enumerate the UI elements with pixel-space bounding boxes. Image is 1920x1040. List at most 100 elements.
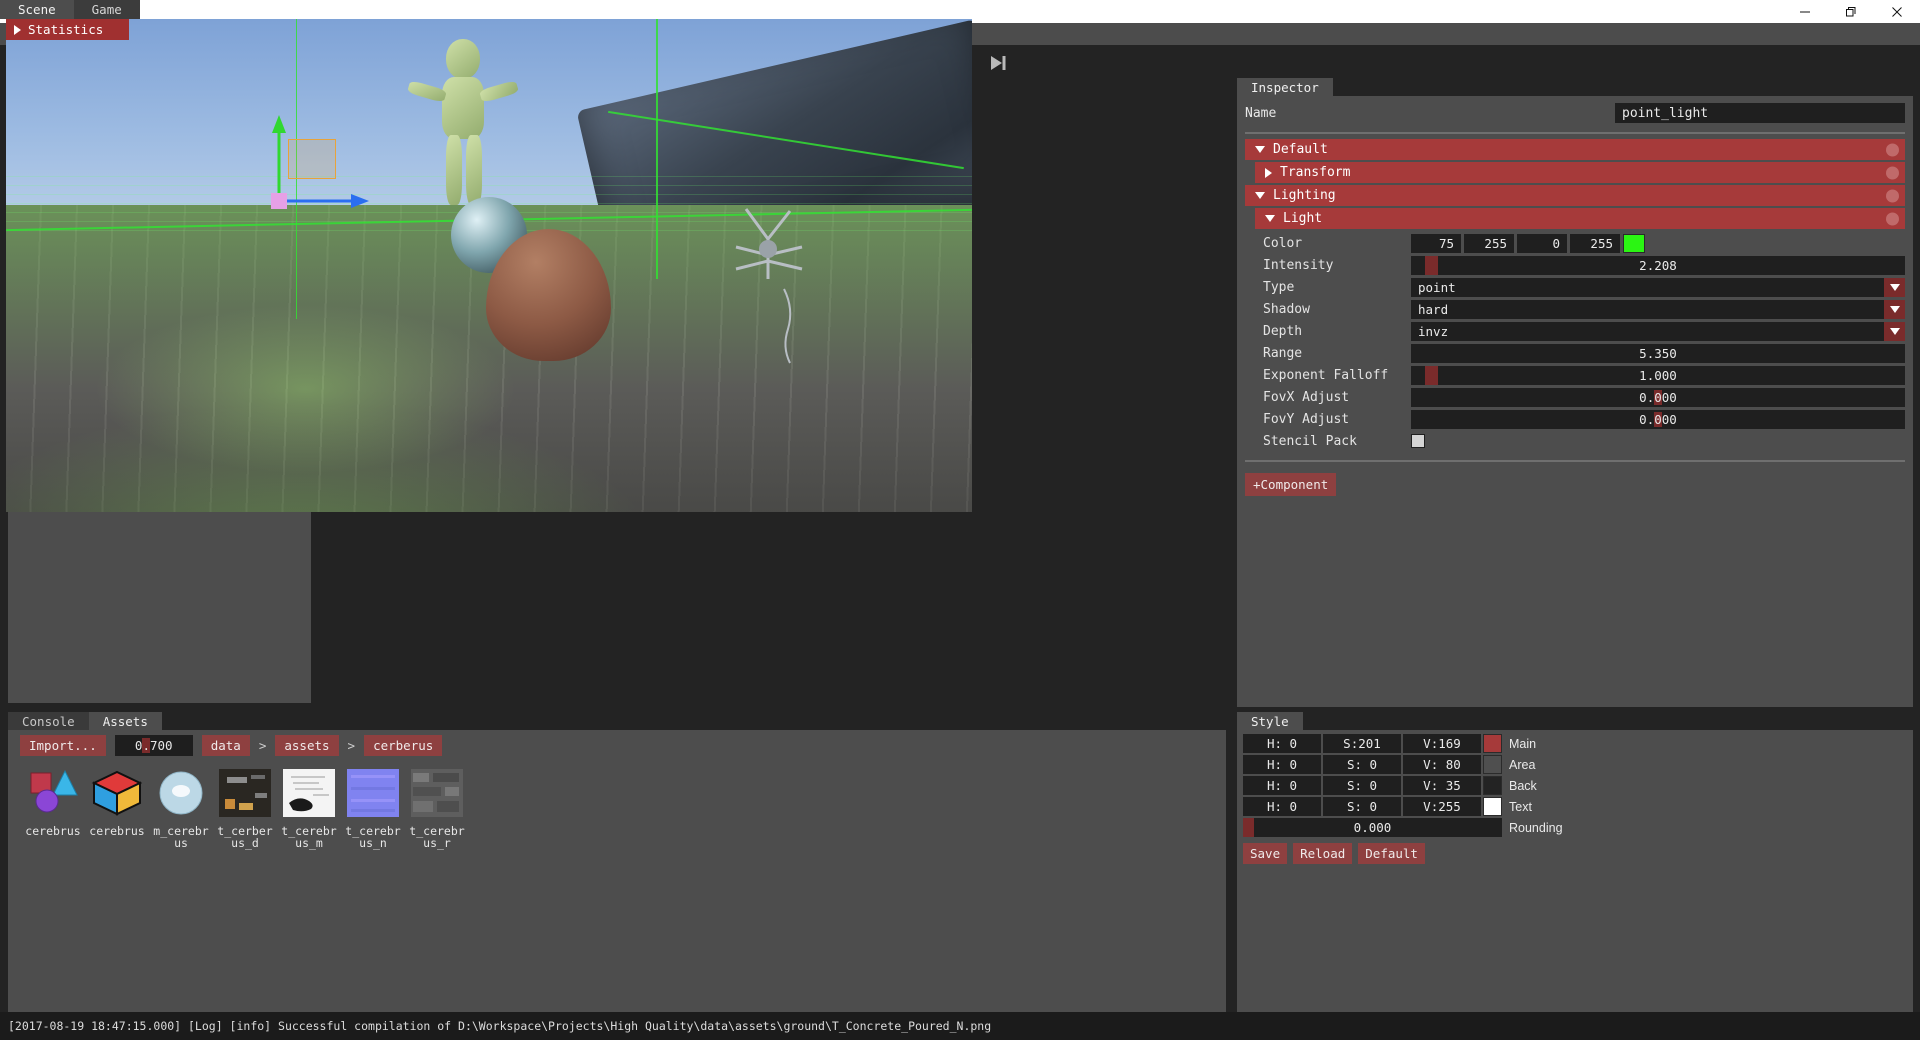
range-value-wrap: 5.350 [1411, 344, 1905, 363]
rounding-slider[interactable]: 0.000 [1243, 818, 1502, 837]
depth-value-wrap: invz [1411, 322, 1905, 341]
style-save-button[interactable]: Save [1243, 843, 1287, 864]
statistics-toggle[interactable]: Statistics [6, 19, 129, 40]
style-reload-button[interactable]: Reload [1293, 843, 1352, 864]
asset-item[interactable]: t_cerebrus_r [406, 764, 468, 849]
color-channel-field[interactable]: 255 [1570, 234, 1620, 253]
asset-item[interactable]: cerebrus [22, 764, 84, 849]
style-row-label: Main [1509, 737, 1536, 751]
section-options-dot[interactable] [1886, 143, 1899, 156]
style-s-field[interactable]: S: 0 [1323, 797, 1401, 816]
section-light[interactable]: Light [1255, 208, 1905, 229]
maximize-button[interactable] [1828, 0, 1874, 23]
assets-body: Import... 0.700 data > assets > cerberus… [8, 730, 1226, 1012]
asset-item[interactable]: t_cerberus_d [214, 764, 276, 849]
color-channel-field[interactable]: 255 [1464, 234, 1514, 253]
section-default-label: Default [1273, 142, 1328, 157]
asset-item[interactable]: t_cerebrus_m [278, 764, 340, 849]
style-row-main: H: 0S:201V:169 Main [1243, 734, 1907, 753]
type-value: point [1418, 280, 1456, 295]
style-v-field[interactable]: V:255 [1403, 797, 1481, 816]
chevron-down-icon[interactable] [1884, 322, 1905, 341]
assets-zoom-field[interactable]: 0.700 [115, 735, 193, 756]
add-component-button[interactable]: +Component [1245, 473, 1336, 496]
style-h-field[interactable]: H: 0 [1243, 755, 1321, 774]
section-options-dot[interactable] [1886, 189, 1899, 202]
section-transform[interactable]: Transform [1255, 162, 1905, 183]
tab-scene[interactable]: Scene [0, 0, 74, 19]
style-v-field[interactable]: V:169 [1403, 734, 1481, 753]
color-swatch[interactable] [1623, 234, 1645, 253]
inspector-property-rows: Intensity2.208TypepointShadowhardDepthin… [1245, 254, 1905, 452]
texture-roughness-icon [406, 764, 468, 822]
fovy-adjust-input[interactable]: 0.000 [1411, 410, 1905, 429]
section-options-dot[interactable] [1886, 212, 1899, 225]
range-value: 5.350 [1639, 346, 1677, 361]
style-swatch-back[interactable] [1483, 776, 1502, 795]
shadow-dropdown[interactable]: hard [1411, 300, 1905, 319]
minimize-button[interactable] [1782, 0, 1828, 23]
intensity-slider[interactable]: 2.208 [1411, 256, 1905, 275]
style-h-field[interactable]: H: 0 [1243, 797, 1321, 816]
assets-tabstrip: Console Assets [8, 712, 1226, 730]
exponent-falloff-slider[interactable]: 1.000 [1411, 366, 1905, 385]
type-dropdown[interactable]: point [1411, 278, 1905, 297]
intensity-knob[interactable] [1425, 256, 1438, 275]
scene-render-canvas[interactable]: Statistics [6, 19, 972, 512]
exponent-falloff-value: 1.000 [1639, 368, 1677, 383]
tab-console[interactable]: Console [8, 712, 89, 730]
style-v-field[interactable]: V: 35 [1403, 776, 1481, 795]
style-v-field[interactable]: V: 80 [1403, 755, 1481, 774]
status-message: [2017-08-19 18:47:15.000] [Log] [info] S… [8, 1019, 991, 1033]
style-s-field[interactable]: S: 0 [1323, 755, 1401, 774]
stencil-pack-checkbox[interactable] [1411, 434, 1425, 448]
breadcrumb-cerberus[interactable]: cerberus [364, 735, 442, 756]
style-s-field[interactable]: S: 0 [1323, 776, 1401, 795]
style-swatch-main[interactable] [1483, 734, 1502, 753]
name-label: Name [1245, 106, 1276, 121]
depth-label: Depth [1245, 324, 1411, 339]
depth-dropdown[interactable]: invz [1411, 322, 1905, 341]
tab-assets[interactable]: Assets [89, 712, 162, 730]
inspector-tabstrip: Inspector [1237, 78, 1913, 96]
color-channel-field[interactable]: 0 [1517, 234, 1567, 253]
style-h-field[interactable]: H: 0 [1243, 734, 1321, 753]
chevron-down-icon[interactable] [1884, 300, 1905, 319]
breadcrumb-data[interactable]: data [202, 735, 250, 756]
section-transform-label: Transform [1280, 165, 1350, 180]
close-button[interactable] [1874, 0, 1920, 23]
tab-game[interactable]: Game [74, 0, 140, 19]
status-bar: [2017-08-19 18:47:15.000] [Log] [info] S… [0, 1012, 1920, 1040]
breadcrumb-assets[interactable]: assets [275, 735, 338, 756]
step-forward-button[interactable] [985, 51, 1011, 75]
section-light-label: Light [1283, 211, 1322, 226]
style-buttons: Save Reload Default [1243, 843, 1907, 864]
fovx-adjust-input[interactable]: 0.000 [1411, 388, 1905, 407]
section-options-dot[interactable] [1886, 166, 1899, 179]
asset-item[interactable]: t_cerebrus_n [342, 764, 404, 849]
style-swatch-text[interactable] [1483, 797, 1502, 816]
asset-item[interactable]: cerebrus [86, 764, 148, 849]
section-lighting[interactable]: Lighting [1245, 185, 1905, 206]
property-row-fovy-adjust: FovY Adjust0.000 [1245, 408, 1905, 430]
color-channel-field[interactable]: 75 [1411, 234, 1461, 253]
name-input[interactable]: point_light [1615, 103, 1905, 123]
property-row-exponent-falloff: Exponent Falloff1.000 [1245, 364, 1905, 386]
style-s-field[interactable]: S:201 [1323, 734, 1401, 753]
style-swatch-area[interactable] [1483, 755, 1502, 774]
style-default-button[interactable]: Default [1358, 843, 1425, 864]
fovy-adjust-label: FovY Adjust [1245, 412, 1411, 427]
section-default[interactable]: Default [1245, 139, 1905, 160]
texture-metallic-icon [278, 764, 340, 822]
style-h-field[interactable]: H: 0 [1243, 776, 1321, 795]
asset-item[interactable]: m_cerebrus [150, 764, 212, 849]
chevron-down-icon[interactable] [1884, 278, 1905, 297]
tab-style[interactable]: Style [1237, 712, 1303, 730]
tab-inspector[interactable]: Inspector [1237, 78, 1333, 96]
assets-toolbar: Import... 0.700 data > assets > cerberus [8, 730, 1226, 760]
import-button[interactable]: Import... [20, 735, 106, 756]
breadcrumb-separator-1: > [259, 738, 267, 753]
exponent-falloff-knob[interactable] [1425, 366, 1438, 385]
rounding-knob[interactable] [1243, 818, 1254, 837]
range-input[interactable]: 5.350 [1411, 344, 1905, 363]
